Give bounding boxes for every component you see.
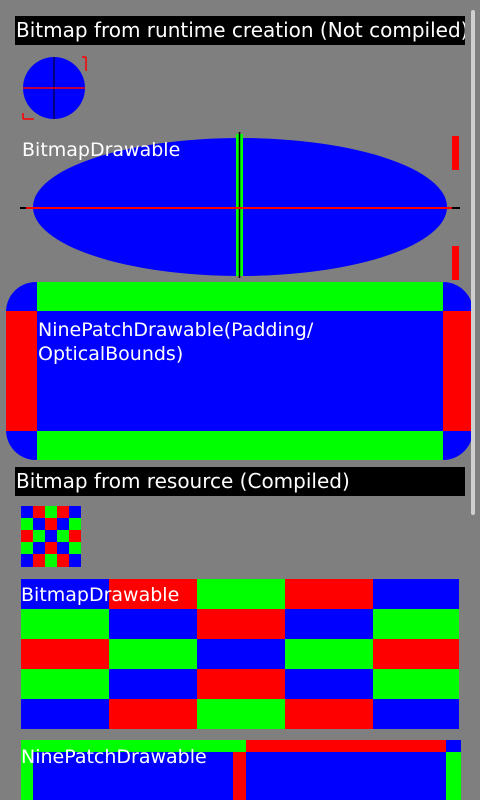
vertical-scrollbar[interactable] xyxy=(471,10,475,515)
resource-bitmap-drawable-label: BitmapDrawable xyxy=(21,584,180,606)
resource-ninepatch-label: NinePatchDrawable xyxy=(21,746,207,768)
runtime-bitmap-drawable-label: BitmapDrawable xyxy=(22,139,181,161)
runtime-ninepatch-drawable xyxy=(6,282,473,460)
runtime-bitmap-circle xyxy=(22,56,87,120)
runtime-ninepatch-label: NinePatchDrawable(Padding/ OpticalBounds… xyxy=(38,319,314,365)
runtime-section-header: Bitmap from runtime creation (Not compil… xyxy=(15,16,465,45)
resource-bitmap-checkerboard xyxy=(21,506,81,567)
resource-section-header: Bitmap from resource (Compiled) xyxy=(15,467,465,496)
